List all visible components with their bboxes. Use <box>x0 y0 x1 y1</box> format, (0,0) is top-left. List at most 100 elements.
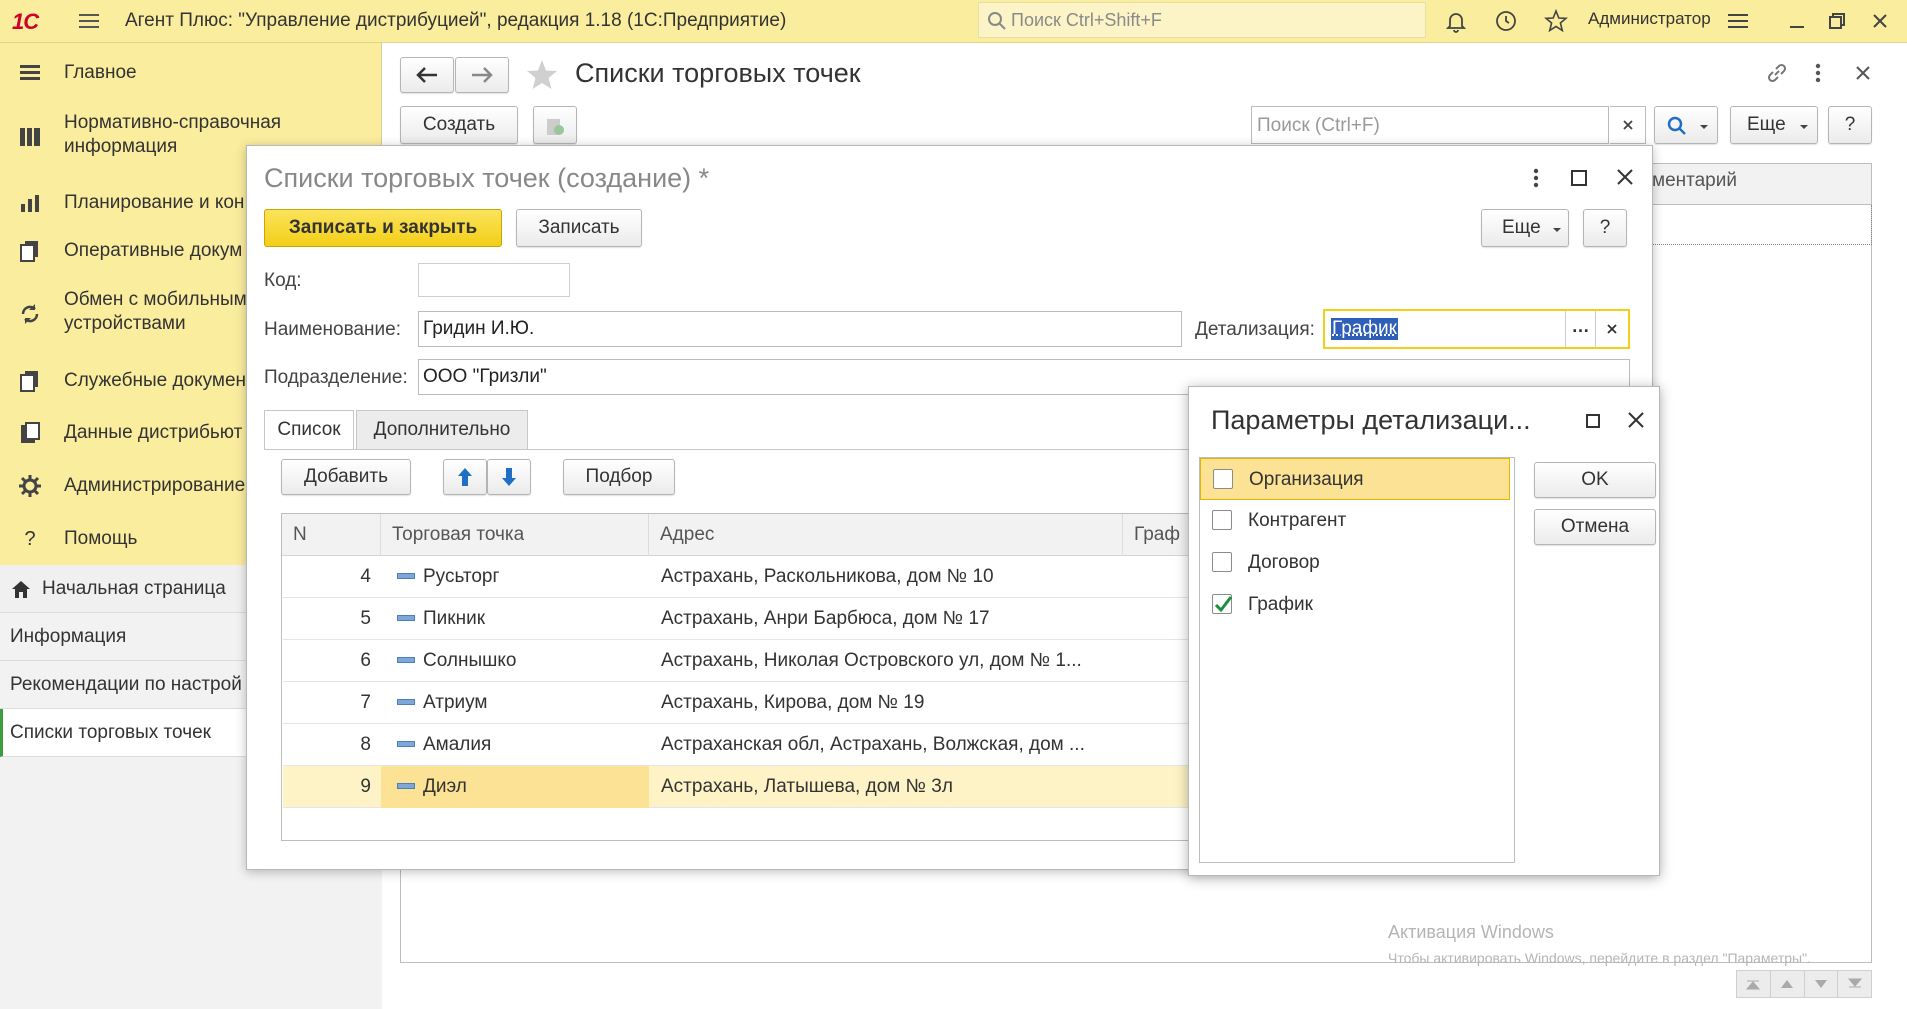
table-row[interactable]: 8 Амалия Астраханская обл, Астрахань, Волж… <box>283 724 1291 766</box>
point-name: Русьторг <box>423 566 500 587</box>
row-number: 4 <box>360 566 371 587</box>
params-close-icon[interactable] <box>1625 409 1647 431</box>
point-cell[interactable]: Солнышко <box>381 640 649 682</box>
move-down-button[interactable] <box>487 459 531 495</box>
table-row[interactable]: 4 Русьторг Астрахань, Раскольникова, дом №… <box>283 556 1291 598</box>
service-doc-icon <box>20 371 38 392</box>
params-item[interactable]: Договор <box>1200 542 1510 584</box>
table-row[interactable]: 7 Атриум Астрахань, Кирова, дом № 19 <box>283 682 1291 724</box>
table-row[interactable]: 6 Солнышко Астрахань, Николая Островского … <box>283 640 1291 682</box>
pick-button[interactable]: Подбор <box>563 459 675 495</box>
col-point[interactable]: Торговая точка <box>392 514 524 556</box>
user-name[interactable]: Администратор <box>1588 9 1711 29</box>
close-page-icon[interactable] <box>1852 62 1874 84</box>
favorites-star-icon[interactable] <box>1544 9 1568 33</box>
detail-clear-button[interactable] <box>1595 311 1628 347</box>
params-item-label: Контрагент <box>1248 510 1347 531</box>
copy-button[interactable] <box>533 106 577 144</box>
more-vertical-icon[interactable] <box>1812 60 1824 86</box>
dialog-help-button[interactable]: ? <box>1583 209 1627 247</box>
move-up-button[interactable] <box>443 459 487 495</box>
checkbox[interactable] <box>1212 594 1233 614</box>
windows-activation-subtitle: Чтобы активировать Windows, перейдите в … <box>1388 950 1811 966</box>
address: Астрахань, Раскольникова, дом № 10 <box>661 566 994 587</box>
dialog-more-label: Еще <box>1502 217 1541 238</box>
checkbox[interactable] <box>1212 510 1232 530</box>
sync-icon <box>21 304 39 324</box>
documents-icon <box>20 241 38 262</box>
point-cell[interactable]: Атриум <box>381 682 649 724</box>
chevron-down-icon <box>1553 228 1561 232</box>
tab-additional[interactable]: Дополнительно <box>356 410 528 450</box>
detail-label: Детализация: <box>1195 319 1315 340</box>
more-button[interactable]: Еще <box>1730 106 1818 144</box>
add-row-button[interactable]: Добавить <box>281 459 411 495</box>
minimize-icon[interactable] <box>1785 9 1809 33</box>
tab-list[interactable]: Список <box>264 410 354 450</box>
params-item-label: Организация <box>1249 469 1364 490</box>
windows-activation-title: Активация Windows <box>1388 922 1554 942</box>
arrow-up-icon <box>458 468 472 486</box>
scroll-bottom-button[interactable] <box>1838 971 1871 997</box>
col-schedule[interactable]: Граф <box>1134 514 1180 556</box>
dialog-more-icon[interactable] <box>1530 165 1542 191</box>
scroll-down-button[interactable] <box>1805 971 1839 997</box>
close-app-icon[interactable] <box>1868 9 1892 33</box>
params-item[interactable]: Организация <box>1200 458 1510 500</box>
params-cancel-button[interactable]: Отмена <box>1534 509 1656 545</box>
catalog-item-icon <box>397 783 415 789</box>
settings-lines-icon[interactable] <box>1726 9 1750 33</box>
point-cell[interactable]: Русьторг <box>381 556 649 598</box>
col-address[interactable]: Адрес <box>660 514 714 556</box>
point-cell[interactable]: Пикник <box>381 598 649 640</box>
bell-icon[interactable] <box>1444 9 1468 33</box>
dialog-maximize-icon[interactable] <box>1570 169 1588 187</box>
params-maximize-icon[interactable] <box>1585 413 1601 429</box>
search-options-button[interactable] <box>1654 106 1718 144</box>
chevron-down-icon <box>1700 125 1708 129</box>
checkbox[interactable] <box>1212 552 1232 572</box>
favorite-star-icon[interactable] <box>525 58 559 92</box>
create-button[interactable]: Создать <box>400 106 518 144</box>
col-n[interactable]: N <box>293 514 307 556</box>
restore-icon[interactable] <box>1825 9 1849 33</box>
scroll-top-button[interactable] <box>1737 971 1771 997</box>
scroll-up-button[interactable] <box>1771 971 1805 997</box>
sidebar-item-label: Данные дистрибьют <box>64 422 243 443</box>
save-and-close-button[interactable]: Записать и закрыть <box>264 209 502 247</box>
params-item[interactable]: Контрагент <box>1200 500 1510 542</box>
catalog-icon <box>20 128 40 146</box>
table-row[interactable]: 5 Пикник Астрахань, Анри Барбюса, дом № 17 <box>283 598 1291 640</box>
params-ok-button[interactable]: OK <box>1534 462 1656 498</box>
point-cell[interactable]: Диэл <box>381 766 649 808</box>
params-item[interactable]: График <box>1200 584 1510 626</box>
code-label: Код: <box>264 270 302 291</box>
save-button[interactable]: Записать <box>516 209 642 247</box>
table-row[interactable]: 9 Диэл Астрахань, Латышева, дом № 3л <box>283 766 1291 808</box>
help-button[interactable]: ? <box>1828 106 1872 144</box>
sidebar-item-label: Администрирование <box>64 475 246 496</box>
global-search-input[interactable]: Поиск Ctrl+Shift+F <box>978 2 1426 38</box>
history-icon[interactable] <box>1494 9 1518 33</box>
copy-doc-icon <box>547 119 564 135</box>
sidebar-item-main[interactable]: Главное <box>0 53 382 93</box>
point-cell[interactable]: Амалия <box>381 724 649 766</box>
forward-button[interactable] <box>455 57 509 93</box>
link-icon[interactable] <box>1764 60 1790 86</box>
list-search-input[interactable]: Поиск (Ctrl+F) <box>1251 106 1609 144</box>
back-button[interactable] <box>400 57 454 93</box>
checkbox[interactable] <box>1213 469 1233 489</box>
dialog-close-icon[interactable] <box>1614 166 1636 188</box>
detail-params-popup: Параметры детализаци... Организация Контр… <box>1188 386 1660 876</box>
name-input[interactable]: Гридин И.Ю. <box>418 311 1182 347</box>
background-list-row[interactable] <box>1652 205 1872 245</box>
detail-input[interactable]: График … <box>1323 309 1630 349</box>
clear-search-button[interactable] <box>1610 106 1646 144</box>
sidebar-item-label: Главное <box>64 62 137 83</box>
dialog-more-button[interactable]: Еще <box>1481 209 1569 247</box>
code-input[interactable] <box>418 263 570 297</box>
detail-select-button[interactable]: … <box>1565 311 1595 347</box>
catalog-item-icon <box>397 615 415 621</box>
main-menu-icon[interactable] <box>78 10 100 32</box>
list-search-placeholder: Поиск (Ctrl+F) <box>1257 115 1380 136</box>
